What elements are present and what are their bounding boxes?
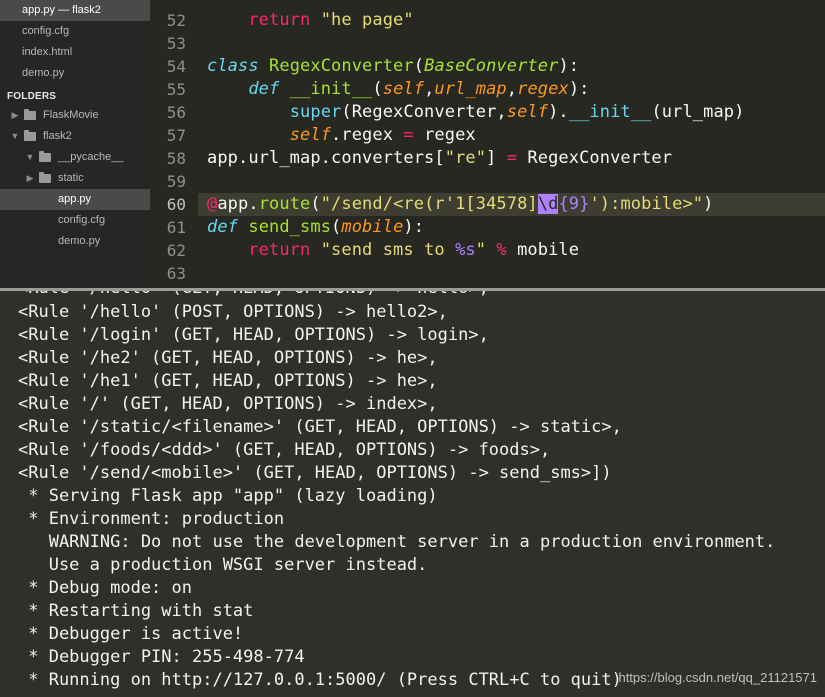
tree-item-pycache[interactable]: ▼ __pycache__ bbox=[0, 147, 150, 168]
tree-item-app-py[interactable]: app.py bbox=[0, 189, 150, 210]
chevron-right-icon[interactable]: ▶ bbox=[10, 105, 20, 126]
code-line: def __init__(self,url_map,regex): bbox=[248, 79, 590, 99]
code-line-current: @app.route("/send/<re(r'1[34578]\d{9}'):… bbox=[198, 193, 825, 216]
terminal-output[interactable]: <Rule '/hello' (GET, HEAD, OPTIONS) -> h… bbox=[0, 291, 825, 697]
sidebar: app.py — flask2 config.cfg index.html de… bbox=[0, 0, 150, 288]
terminal-line: <Rule '/he1' (GET, HEAD, OPTIONS) -> he>… bbox=[18, 371, 438, 391]
folder-icon bbox=[24, 109, 36, 120]
terminal-line: * Restarting with stat bbox=[18, 601, 254, 621]
line-number: 57 bbox=[166, 126, 186, 145]
open-file-label: config.cfg bbox=[22, 25, 70, 37]
text-selection[interactable]: \d bbox=[537, 194, 559, 214]
terminal-line: <Rule '/he2' (GET, HEAD, OPTIONS) -> he>… bbox=[18, 348, 438, 368]
open-file-item[interactable]: app.py — flask2 bbox=[0, 0, 150, 21]
code-line: return "he page" bbox=[248, 10, 414, 30]
code-line: super(RegexConverter,self).__init__(url_… bbox=[289, 102, 745, 122]
tree-item-label: demo.py bbox=[58, 235, 101, 247]
terminal-line: * Serving Flask app "app" (lazy loading) bbox=[18, 486, 438, 506]
open-file-item[interactable]: config.cfg bbox=[0, 21, 150, 42]
code-line: app.url_map.converters["re"] = RegexConv… bbox=[207, 148, 673, 168]
line-number-gutter: 52 53 54 55 56 57 58 59 60 61 62 63 bbox=[150, 0, 198, 288]
chevron-down-icon[interactable]: ▼ bbox=[25, 147, 35, 168]
line-number: 61 bbox=[166, 218, 186, 237]
tree-item-label: FlaskMovie bbox=[43, 109, 99, 121]
line-number: 63 bbox=[166, 264, 186, 283]
watermark: https://blog.csdn.net/qq_21121571 bbox=[618, 670, 817, 685]
folders-header: FOLDERS bbox=[7, 91, 57, 102]
code-line: class RegexConverter(BaseConverter): bbox=[207, 56, 580, 76]
terminal-line: * Debug mode: on bbox=[18, 578, 192, 598]
terminal-line: * Debugger is active! bbox=[18, 624, 244, 644]
tree-item-label: flask2 bbox=[43, 130, 72, 142]
tree-item-config-cfg[interactable]: config.cfg bbox=[0, 210, 150, 231]
terminal-line: <Rule '/login' (GET, HEAD, OPTIONS) -> l… bbox=[18, 325, 489, 345]
line-number: 53 bbox=[166, 34, 186, 53]
terminal-line: Use a production WSGI server instead. bbox=[18, 555, 428, 575]
code-line: return "send sms to %s" % mobile bbox=[248, 240, 580, 260]
tree-item-flask2[interactable]: ▼ flask2 bbox=[0, 126, 150, 147]
code-line: self.regex = regex bbox=[289, 125, 476, 145]
editor-pane[interactable]: app.py — flask2 config.cfg index.html de… bbox=[0, 0, 825, 288]
terminal-line: <Rule '/send/<mobile>' (GET, HEAD, OPTIO… bbox=[18, 463, 612, 483]
code-area[interactable]: return "he page" class RegexConverter(Ba… bbox=[198, 0, 825, 288]
line-number: 62 bbox=[166, 241, 186, 260]
line-number: 54 bbox=[166, 57, 186, 76]
tree-item-static[interactable]: ▶ static bbox=[0, 168, 150, 189]
tree-item-label: app.py bbox=[58, 193, 92, 205]
tree-item-label: __pycache__ bbox=[58, 151, 124, 163]
terminal-line: * Environment: production bbox=[18, 509, 285, 529]
terminal-line: <Rule '/static/<filename>' (GET, HEAD, O… bbox=[18, 417, 622, 437]
line-number: 55 bbox=[166, 80, 186, 99]
line-number: 52 bbox=[166, 11, 186, 30]
terminal-line: * Running on http://127.0.0.1:5000/ (Pre… bbox=[18, 670, 622, 690]
open-file-item[interactable]: index.html bbox=[0, 42, 150, 63]
tree-item-demo-py[interactable]: demo.py bbox=[0, 231, 150, 252]
tree-item-flaskmovie[interactable]: ▶ FlaskMovie bbox=[0, 105, 150, 126]
tree-item-label: static bbox=[58, 172, 84, 184]
terminal-line: <Rule '/hello' (POST, OPTIONS) -> hello2… bbox=[18, 302, 448, 322]
code-line: def send_sms(mobile): bbox=[207, 217, 425, 237]
line-number: 59 bbox=[166, 172, 186, 191]
folder-icon bbox=[39, 172, 51, 183]
line-number: 56 bbox=[166, 103, 186, 122]
chevron-right-icon[interactable]: ▶ bbox=[25, 168, 35, 189]
open-file-label: demo.py bbox=[22, 67, 65, 79]
terminal-line: <Rule '/' (GET, HEAD, OPTIONS) -> index>… bbox=[18, 394, 438, 414]
open-file-label: index.html bbox=[22, 46, 73, 58]
tree-item-label: config.cfg bbox=[58, 214, 106, 226]
folder-icon bbox=[39, 151, 51, 162]
terminal-line: <Rule '/foods/<ddd>' (GET, HEAD, OPTIONS… bbox=[18, 440, 551, 460]
open-file-item[interactable]: demo.py bbox=[0, 63, 150, 84]
terminal-line: <Rule '/hello' (GET, HEAD, OPTIONS) -> h… bbox=[18, 291, 489, 300]
chevron-down-icon[interactable]: ▼ bbox=[10, 126, 20, 147]
open-file-label: app.py — flask2 bbox=[22, 4, 101, 16]
line-number: 58 bbox=[166, 149, 186, 168]
terminal-line: * Debugger PIN: 255-498-774 bbox=[18, 647, 305, 667]
folder-icon bbox=[24, 130, 36, 141]
line-number-current: 60 bbox=[166, 195, 186, 214]
terminal-line: WARNING: Do not use the development serv… bbox=[18, 532, 776, 552]
